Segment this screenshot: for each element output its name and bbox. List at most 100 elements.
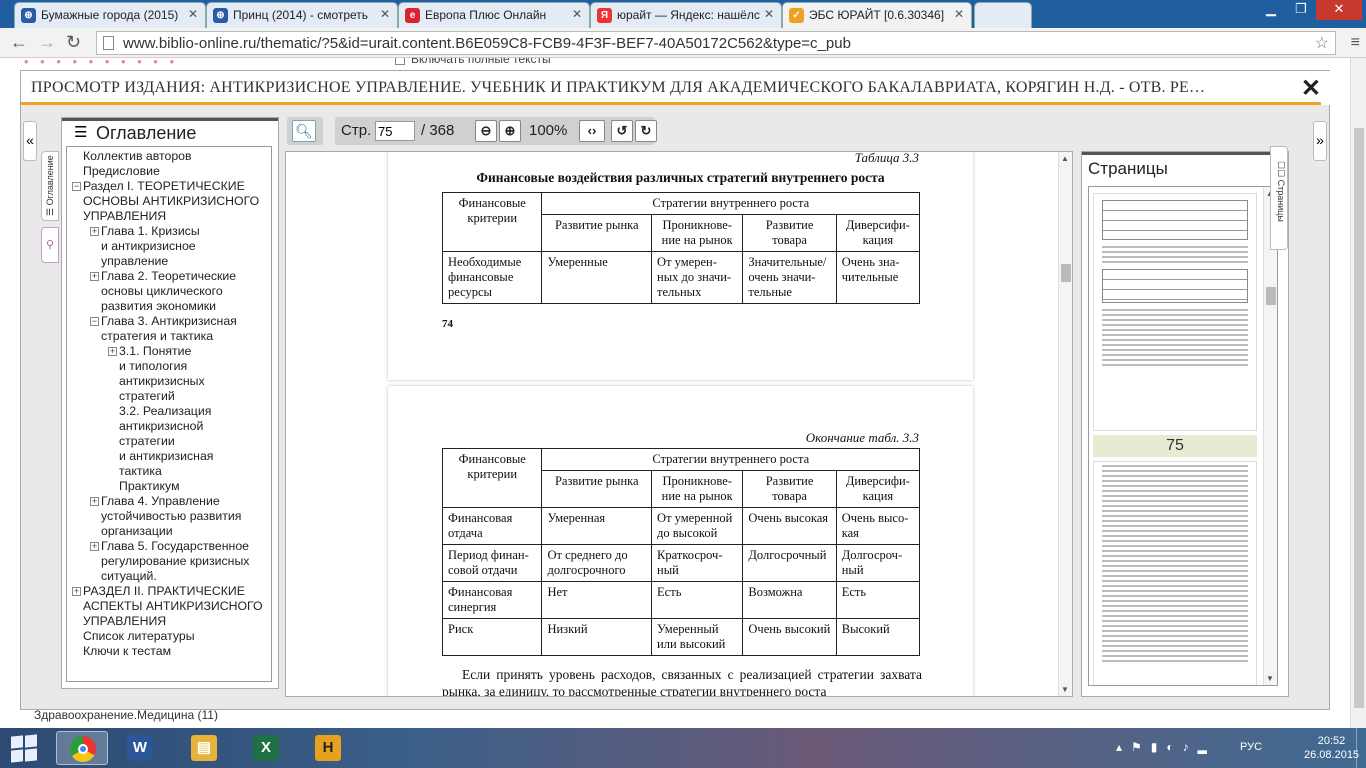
toc-item[interactable]: Практикум: [67, 479, 271, 494]
toc-item[interactable]: антикризисной: [67, 419, 271, 434]
zoom-out-button[interactable]: ⊖: [475, 120, 497, 142]
collapse-icon[interactable]: −: [72, 182, 81, 191]
checkbox-icon[interactable]: [395, 58, 405, 65]
scroll-down-icon[interactable]: ▼: [1266, 674, 1274, 683]
expand-icon[interactable]: +: [90, 542, 99, 551]
pages-side-tab[interactable]: ☐☐ Страницы: [1270, 146, 1288, 250]
toc-item[interactable]: − Раздел I. ТЕОРЕТИЧЕСКИЕ: [67, 179, 271, 194]
taskbar-explorer[interactable]: ▤: [178, 731, 230, 765]
toc-item[interactable]: ОСНОВЫ АНТИКРИЗИСНОГО: [67, 194, 271, 209]
toc-item[interactable]: регулирование кризисных: [67, 554, 271, 569]
scroll-down-icon[interactable]: ▼: [1061, 685, 1069, 694]
page-thumbnail[interactable]: [1093, 193, 1257, 431]
show-desktop-button[interactable]: [1356, 728, 1366, 768]
scroll-thumb[interactable]: [1061, 264, 1071, 282]
page-scrollbar[interactable]: [1350, 58, 1366, 728]
expand-icon[interactable]: +: [90, 272, 99, 281]
toc-item[interactable]: 3.2. Реализация: [67, 404, 271, 419]
expand-icon[interactable]: +: [90, 227, 99, 236]
taskbar-word[interactable]: W: [114, 731, 166, 765]
toc-item[interactable]: развития экономики: [67, 299, 271, 314]
toc-item[interactable]: − Глава 3. Антикризисная: [67, 314, 271, 329]
toc-item[interactable]: + Глава 2. Теоретические: [67, 269, 271, 284]
document-scrollbar[interactable]: ▲ ▼: [1058, 152, 1072, 696]
taskbar-h-app[interactable]: H: [302, 731, 354, 765]
toc-item[interactable]: стратегий: [67, 389, 271, 404]
toc-item[interactable]: Коллектив авторов: [67, 149, 271, 164]
browser-menu-icon[interactable]: ≡: [1351, 34, 1360, 52]
tab-close-icon[interactable]: ✕: [380, 7, 390, 21]
browser-tab-active[interactable]: ✓ ЭБС ЮРАЙТ [0.6.30346] ✕: [782, 2, 972, 28]
page-number-input[interactable]: [375, 121, 415, 141]
window-close-icon[interactable]: ✕: [1316, 0, 1362, 20]
rotate-left-button[interactable]: ↺: [611, 120, 633, 142]
search-button[interactable]: 🔍︎: [292, 120, 316, 142]
toc-item[interactable]: и антикризисное: [67, 239, 271, 254]
fit-width-button[interactable]: ‹›: [579, 120, 605, 142]
expand-icon[interactable]: +: [90, 497, 99, 506]
toc-item[interactable]: тактика: [67, 464, 271, 479]
toc-item[interactable]: + Глава 1. Кризисы: [67, 224, 271, 239]
reload-icon[interactable]: ↻: [66, 32, 81, 53]
address-bar[interactable]: www.biblio-online.ru/thematic/?5&id=urai…: [96, 31, 1336, 55]
toc-item[interactable]: Список литературы: [67, 629, 271, 644]
search-side-tab[interactable]: ⚲: [41, 227, 59, 263]
maximize-icon[interactable]: ❐: [1286, 0, 1316, 20]
browser-tab[interactable]: e Европа Плюс Онлайн ✕: [398, 2, 590, 28]
toc-item[interactable]: + РАЗДЕЛ II. ПРАКТИЧЕСКИЕ: [67, 584, 271, 599]
viewer-close-icon[interactable]: ✕: [1301, 74, 1321, 103]
collapse-toc-button[interactable]: «: [23, 121, 37, 161]
toc-item[interactable]: и типология: [67, 359, 271, 374]
forward-arrow-icon[interactable]: →: [38, 32, 56, 53]
toc-item[interactable]: Ключи к тестам: [67, 644, 271, 659]
document-view[interactable]: Таблица 3.3 Финансовые воздействия разли…: [285, 151, 1073, 697]
toc-item[interactable]: антикризисных: [67, 374, 271, 389]
browser-tab[interactable]: ⊕ Принц (2014) - смотреть ✕: [206, 2, 398, 28]
toc-item[interactable]: основы циклического: [67, 284, 271, 299]
toc-item[interactable]: АСПЕКТЫ АНТИКРИЗИСНОГО: [67, 599, 271, 614]
toc-item[interactable]: стратегия и тактика: [67, 329, 271, 344]
tab-close-icon[interactable]: ✕: [188, 7, 198, 21]
back-arrow-icon[interactable]: ←: [10, 32, 28, 53]
collapse-icon[interactable]: −: [90, 317, 99, 326]
toc-item[interactable]: организации: [67, 524, 271, 539]
toc-item[interactable]: стратегии: [67, 434, 271, 449]
toc-item[interactable]: +3.1. Понятие: [67, 344, 271, 359]
toc-item[interactable]: ситуаций.: [67, 569, 271, 584]
scroll-thumb[interactable]: [1266, 287, 1276, 305]
bookmark-star-icon[interactable]: ☆: [1315, 33, 1329, 53]
start-button[interactable]: [10, 734, 38, 763]
toc-item[interactable]: управление: [67, 254, 271, 269]
browser-tab[interactable]: Я юрайт — Яндекс: нашёлс ✕: [590, 2, 782, 28]
tab-close-icon[interactable]: ✕: [954, 7, 964, 21]
rotate-right-button[interactable]: ↻: [635, 120, 657, 142]
expand-icon[interactable]: +: [108, 347, 117, 356]
tab-close-icon[interactable]: ✕: [572, 7, 582, 21]
background-category-link[interactable]: Здравоохранение.Медицина (11): [34, 708, 218, 722]
new-tab-button[interactable]: [974, 2, 1032, 28]
language-indicator[interactable]: РУС: [1240, 741, 1262, 753]
tab-close-icon[interactable]: ✕: [764, 7, 774, 21]
toc-item[interactable]: и антикризисная: [67, 449, 271, 464]
thumbnail-scrollbar[interactable]: ▲ ▼: [1263, 187, 1277, 685]
toc-item[interactable]: + Глава 4. Управление: [67, 494, 271, 509]
minimize-icon[interactable]: ▁: [1256, 0, 1286, 20]
browser-tab[interactable]: ⊕ Бумажные города (2015) ✕: [14, 2, 206, 28]
toc-item[interactable]: УПРАВЛЕНИЯ: [67, 614, 271, 629]
toc-item[interactable]: устойчивостью развития: [67, 509, 271, 524]
thumbnail-page-number[interactable]: 75: [1093, 435, 1257, 457]
toc-item[interactable]: УПРАВЛЕНИЯ: [67, 209, 271, 224]
expand-thumbnails-button[interactable]: »: [1313, 121, 1327, 161]
taskbar-chrome[interactable]: [56, 731, 108, 765]
toc-side-tab[interactable]: ☰ Оглавление: [41, 151, 59, 221]
page-thumbnail[interactable]: [1093, 461, 1257, 685]
toc-item[interactable]: + Глава 5. Государственное: [67, 539, 271, 554]
toc-item[interactable]: Предисловие: [67, 164, 271, 179]
scroll-up-icon[interactable]: ▲: [1061, 154, 1069, 163]
zoom-in-button[interactable]: ⊕: [499, 120, 521, 142]
scroll-thumb[interactable]: [1354, 128, 1364, 708]
full-text-checkbox[interactable]: Включать полные тексты: [395, 58, 551, 66]
tray-icons[interactable]: ▴⚑▮◐♪▂: [1116, 740, 1216, 754]
expand-icon[interactable]: +: [72, 587, 81, 596]
clock[interactable]: 20:52 26.08.2015: [1304, 734, 1359, 762]
